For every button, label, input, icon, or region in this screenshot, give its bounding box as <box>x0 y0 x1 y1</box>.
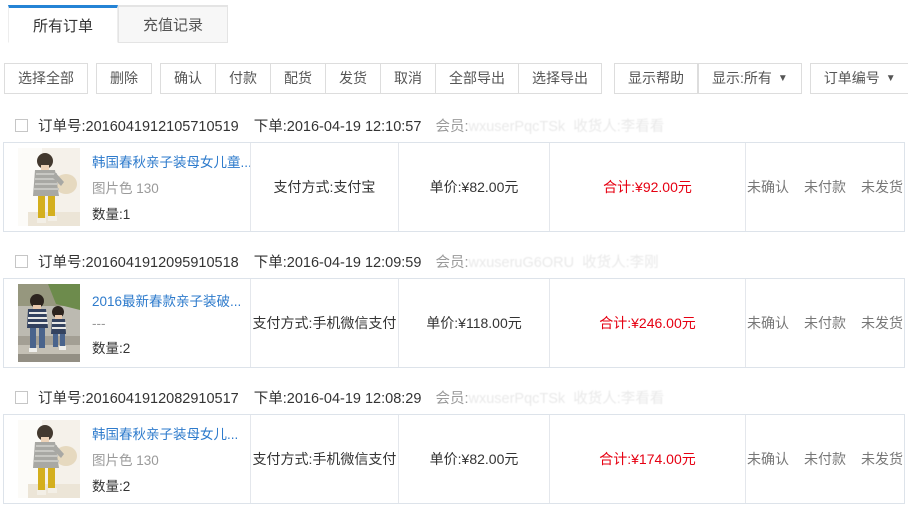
order-checkbox[interactable] <box>15 119 28 132</box>
delete-button[interactable]: 删除 <box>96 63 152 94</box>
product-info: 2016最新春款亲子装破... --- 数量:2 <box>92 290 241 357</box>
status-unpaid: 未付款 <box>804 449 846 469</box>
order-number: 订单号:2016041912095910518 <box>38 251 239 272</box>
action-button-group: 确认 付款 配货 发货 取消 全部导出 选择导出 <box>160 63 602 94</box>
order-number-filter-dropdown[interactable]: 订单编号 ▼ <box>810 63 908 94</box>
order-list: 订单号:2016041912105710519 下单:2016-04-19 12… <box>0 108 908 504</box>
order-block: 订单号:2016041912105710519 下单:2016-04-19 12… <box>3 108 905 232</box>
product-color: --- <box>92 316 241 331</box>
product-cell: 韩国春秋亲子装母女儿... 图片色 130 数量:2 <box>4 415 250 503</box>
order-member: 会员:wxuserPqcTSk 收货人:李看看 <box>435 387 664 408</box>
payment-method-cell: 支付方式:支付宝 <box>250 143 398 231</box>
show-filter-dropdown[interactable]: 显示:所有 ▼ <box>698 63 802 94</box>
status-cell: 未确认 未付款 未发货 <box>745 279 904 367</box>
order-receiver: 收货人:李看看 <box>573 391 664 407</box>
product-cell: 2016最新春款亲子装破... --- 数量:2 <box>4 279 250 367</box>
tab-all-orders[interactable]: 所有订单 <box>8 5 118 43</box>
status-unconfirmed: 未确认 <box>747 313 789 333</box>
order-checkbox[interactable] <box>15 391 28 404</box>
ship-button[interactable]: 发货 <box>326 63 381 94</box>
product-image[interactable] <box>18 420 80 498</box>
product-image[interactable] <box>18 284 80 362</box>
status-cell: 未确认 未付款 未发货 <box>745 415 904 503</box>
product-color: 图片色 130 <box>92 449 238 469</box>
show-help-button[interactable]: 显示帮助 <box>614 63 698 94</box>
pay-button[interactable]: 付款 <box>216 63 271 94</box>
product-title-link[interactable]: 2016最新春款亲子装破... <box>92 290 241 310</box>
toolbar: 选择全部 删除 确认 付款 配货 发货 取消 全部导出 选择导出 显示帮助 显示… <box>4 63 906 94</box>
product-quantity: 数量:2 <box>92 475 238 495</box>
order-placed-time: 下单:2016-04-19 12:08:29 <box>254 387 422 408</box>
product-color: 图片色 130 <box>92 177 250 197</box>
show-filter-label: 显示:所有 <box>712 64 772 93</box>
chevron-down-icon: ▼ <box>778 74 788 84</box>
payment-method-cell: 支付方式:手机微信支付 <box>250 279 398 367</box>
product-info: 韩国春秋亲子装母女儿童... 图片色 130 数量:1 <box>92 151 250 223</box>
order-member: 会员:wxuserPqcTSk 收货人:李看看 <box>435 115 664 136</box>
order-card: 2016最新春款亲子装破... --- 数量:2 支付方式:手机微信支付 单价:… <box>3 278 905 368</box>
select-all-button[interactable]: 选择全部 <box>4 63 88 94</box>
order-receiver: 收货人:李看看 <box>573 119 664 135</box>
product-quantity: 数量:2 <box>92 337 241 357</box>
order-block: 订单号:2016041912095910518 下单:2016-04-19 12… <box>3 244 905 368</box>
product-image[interactable] <box>18 148 80 226</box>
order-number: 订单号:2016041912105710519 <box>38 115 239 136</box>
total-price-cell: 合计:¥174.00元 <box>549 415 745 503</box>
chevron-down-icon: ▼ <box>886 74 896 84</box>
payment-method-cell: 支付方式:手机微信支付 <box>250 415 398 503</box>
cancel-button[interactable]: 取消 <box>381 63 436 94</box>
order-header: 订单号:2016041912095910518 下单:2016-04-19 12… <box>3 244 905 278</box>
status-unpaid: 未付款 <box>804 177 846 197</box>
allocate-button[interactable]: 配货 <box>271 63 326 94</box>
export-all-button[interactable]: 全部导出 <box>436 63 519 94</box>
order-number: 订单号:2016041912082910517 <box>38 387 239 408</box>
status-unconfirmed: 未确认 <box>747 449 789 469</box>
status-unshipped: 未发货 <box>861 313 903 333</box>
order-card: 韩国春秋亲子装母女儿童... 图片色 130 数量:1 支付方式:支付宝 单价:… <box>3 142 905 232</box>
confirm-button[interactable]: 确认 <box>160 63 216 94</box>
unit-price-cell: 单价:¥118.00元 <box>398 279 549 367</box>
order-checkbox[interactable] <box>15 255 28 268</box>
unit-price-cell: 单价:¥82.00元 <box>398 415 549 503</box>
total-price-cell: 合计:¥246.00元 <box>549 279 745 367</box>
order-card: 韩国春秋亲子装母女儿... 图片色 130 数量:2 支付方式:手机微信支付 单… <box>3 414 905 504</box>
status-cell: 未确认 未付款 未发货 <box>745 143 904 231</box>
status-unpaid: 未付款 <box>804 313 846 333</box>
product-info: 韩国春秋亲子装母女儿... 图片色 130 数量:2 <box>92 423 238 495</box>
order-member: 会员:wxuseruG6ORU 收货人:李刚 <box>435 251 658 272</box>
status-unconfirmed: 未确认 <box>747 177 789 197</box>
total-price-cell: 合计:¥92.00元 <box>549 143 745 231</box>
order-number-filter-label: 订单编号 <box>824 64 880 93</box>
unit-price-cell: 单价:¥82.00元 <box>398 143 549 231</box>
product-cell: 韩国春秋亲子装母女儿童... 图片色 130 数量:1 <box>4 143 250 231</box>
order-placed-time: 下单:2016-04-19 12:09:59 <box>254 251 422 272</box>
status-unshipped: 未发货 <box>861 449 903 469</box>
export-selected-button[interactable]: 选择导出 <box>519 63 602 94</box>
order-block: 订单号:2016041912082910517 下单:2016-04-19 12… <box>3 380 905 504</box>
product-title-link[interactable]: 韩国春秋亲子装母女儿童... <box>92 151 250 171</box>
order-placed-time: 下单:2016-04-19 12:10:57 <box>254 115 422 136</box>
order-header: 订单号:2016041912105710519 下单:2016-04-19 12… <box>3 108 905 142</box>
tab-recharge-records[interactable]: 充值记录 <box>118 5 228 43</box>
order-header: 订单号:2016041912082910517 下单:2016-04-19 12… <box>3 380 905 414</box>
product-quantity: 数量:1 <box>92 203 250 223</box>
status-unshipped: 未发货 <box>861 177 903 197</box>
tab-bar: 所有订单 充值记录 <box>0 5 908 43</box>
order-receiver: 收货人:李刚 <box>582 255 659 271</box>
product-title-link[interactable]: 韩国春秋亲子装母女儿... <box>92 423 238 443</box>
